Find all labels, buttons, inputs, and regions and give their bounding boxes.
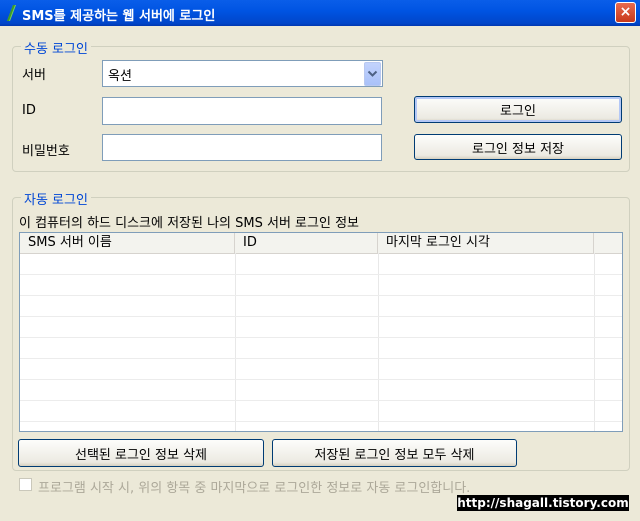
grid-line	[20, 379, 622, 380]
grid-line	[20, 295, 622, 296]
column-header-server-name[interactable]: SMS 서버 이름	[20, 233, 235, 253]
login-button[interactable]: 로그인	[414, 96, 622, 123]
grid-line	[20, 400, 622, 401]
column-divider	[594, 253, 595, 431]
grid-line	[20, 274, 622, 275]
server-select-value: 옥션	[108, 69, 132, 84]
password-label: 비밀번호	[22, 144, 70, 159]
close-icon: ×	[619, 4, 632, 20]
auto-login-title: 자동 로그인	[21, 189, 91, 208]
auto-login-checkbox[interactable]	[19, 478, 32, 491]
window-title: SMS를 제공하는 웹 서버에 로그인	[22, 9, 216, 24]
app-icon	[7, 5, 16, 21]
id-input[interactable]	[102, 97, 382, 125]
close-button[interactable]: ×	[615, 2, 636, 23]
column-header-last-login[interactable]: 마지막 로그인 시각	[378, 233, 594, 253]
title-bar[interactable]: SMS를 제공하는 웹 서버에 로그인 ×	[0, 0, 640, 26]
grid-line	[20, 316, 622, 317]
save-login-info-button[interactable]: 로그인 정보 저장	[414, 134, 622, 160]
grid-line	[20, 337, 622, 338]
column-divider	[235, 253, 236, 431]
column-header-id[interactable]: ID	[235, 233, 378, 253]
dropdown-arrow-button[interactable]	[364, 62, 381, 86]
delete-all-button[interactable]: 저장된 로그인 정보 모두 삭제	[272, 439, 517, 467]
server-select[interactable]: 옥션	[102, 60, 383, 87]
saved-login-list[interactable]: SMS 서버 이름 ID 마지막 로그인 시각	[19, 232, 623, 432]
id-label: ID	[22, 103, 36, 118]
chevron-down-icon	[367, 70, 378, 77]
auto-login-description: 이 컴퓨터의 하드 디스크에 저장된 나의 SMS 서버 로그인 정보	[19, 216, 359, 231]
grid-line	[20, 358, 622, 359]
server-label: 서버	[22, 68, 46, 83]
manual-login-title: 수동 로그인	[21, 38, 91, 57]
watermark: http://shagall.tistory.com	[457, 495, 629, 511]
list-header: SMS 서버 이름 ID 마지막 로그인 시각	[20, 233, 622, 254]
auto-login-checkbox-label: 프로그램 시작 시, 위의 항목 중 마지막으로 로그인한 정보로 자동 로그인…	[38, 481, 471, 496]
login-dialog: SMS를 제공하는 웹 서버에 로그인 × 수동 로그인 서버 옥션 ID 비밀…	[0, 0, 640, 521]
password-input[interactable]	[102, 134, 382, 161]
delete-selected-button[interactable]: 선택된 로그인 정보 삭제	[18, 439, 264, 467]
grid-line	[20, 421, 622, 422]
column-divider	[378, 253, 379, 431]
